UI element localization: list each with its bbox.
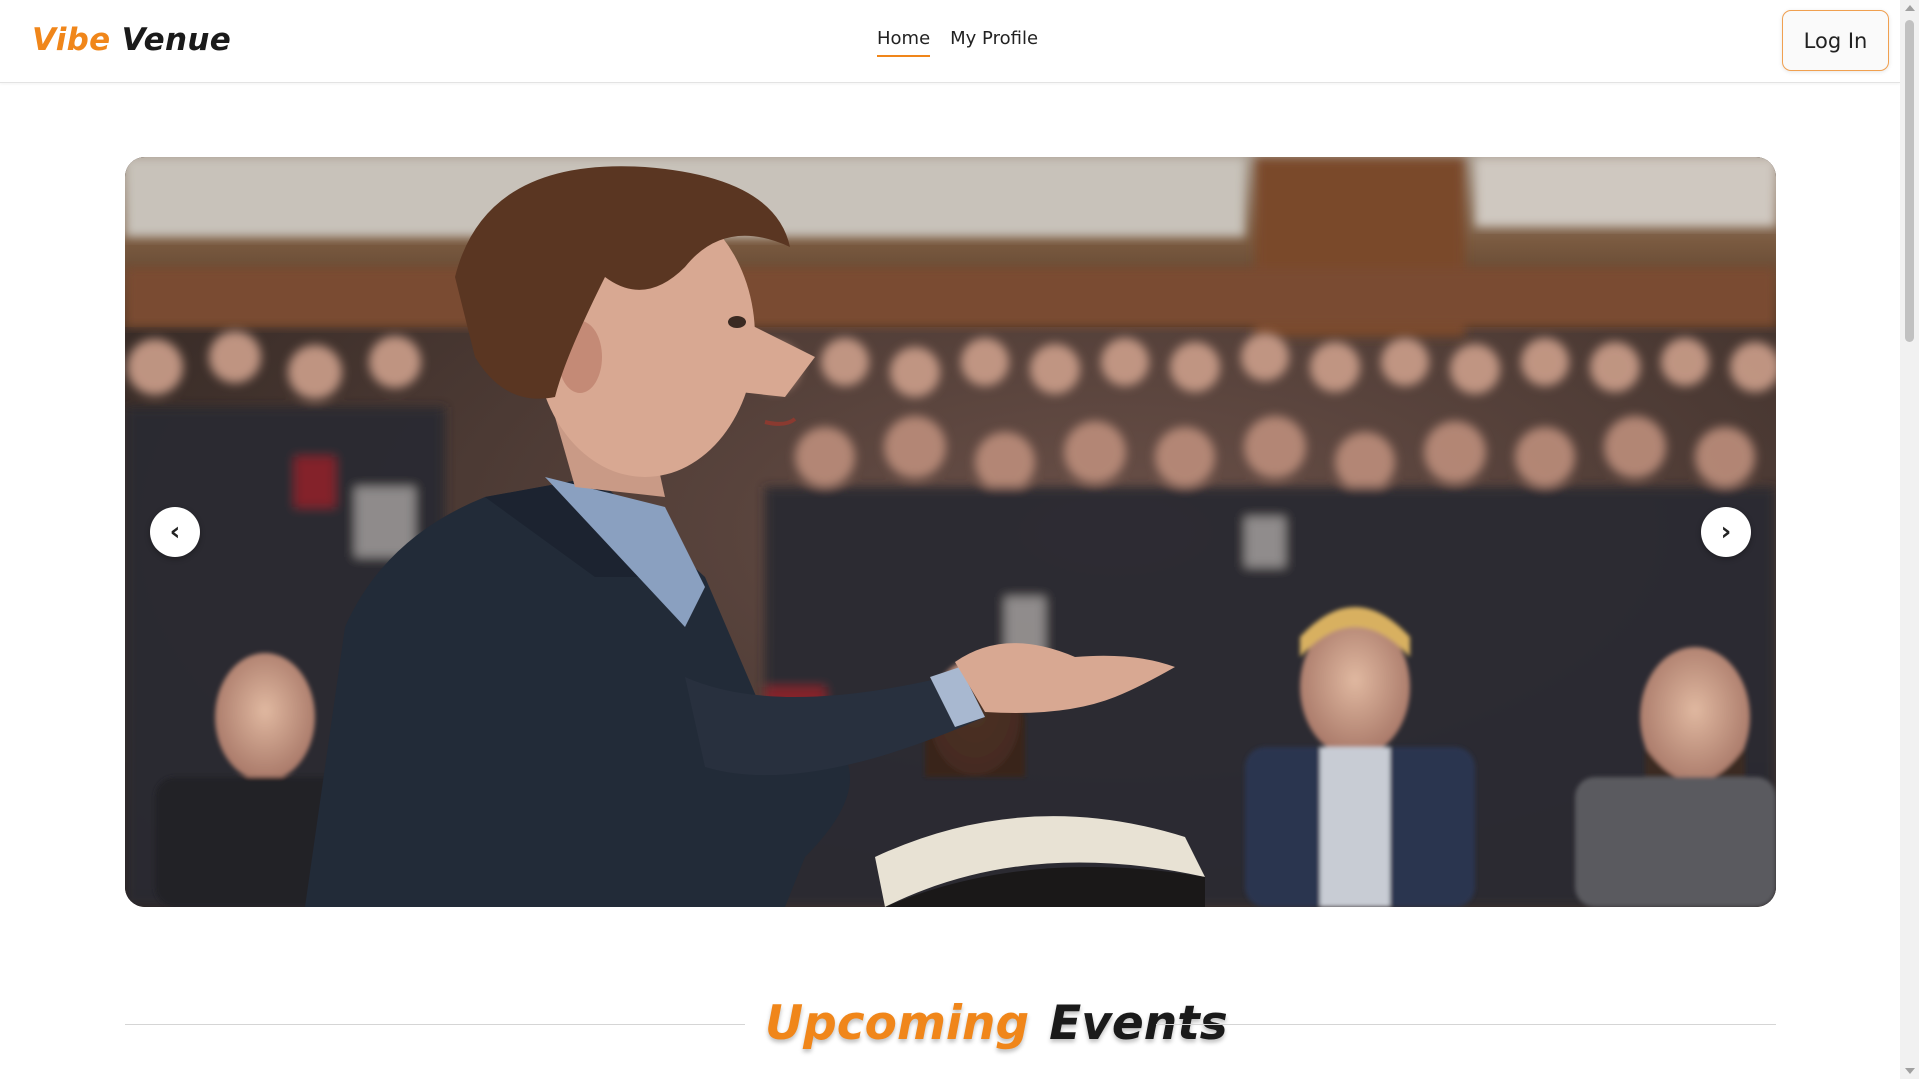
logo-accent-text: Vibe <box>32 22 111 58</box>
logo[interactable]: Vibe Venue <box>32 22 231 58</box>
section-title-accent: Upcoming <box>765 996 1030 1051</box>
vertical-scrollbar[interactable] <box>1900 0 1919 1079</box>
hero-carousel: ‹ › <box>125 157 1776 907</box>
hero-image <box>125 157 1776 907</box>
logo-dark-text: Venue <box>121 22 232 58</box>
scroll-thumb[interactable] <box>1905 20 1914 342</box>
navbar: Vibe Venue Home My Profile Log In <box>0 0 1900 83</box>
upcoming-events-header: Upcoming Events <box>125 996 1776 1056</box>
nav-item-home[interactable]: Home <box>877 28 931 57</box>
carousel-prev-button[interactable]: ‹ <box>150 507 200 557</box>
scroll-down-icon[interactable] <box>1905 1068 1915 1074</box>
divider-right <box>1156 1024 1776 1025</box>
nav-links: Home My Profile <box>877 28 1038 57</box>
carousel-next-button[interactable]: › <box>1701 507 1751 557</box>
divider-left <box>125 1024 745 1025</box>
nav-item-my-profile[interactable]: My Profile <box>950 28 1038 57</box>
page: Vibe Venue Home My Profile Log In ‹ › Up… <box>0 0 1900 1079</box>
login-button[interactable]: Log In <box>1782 10 1889 71</box>
scroll-up-icon[interactable] <box>1905 5 1915 11</box>
